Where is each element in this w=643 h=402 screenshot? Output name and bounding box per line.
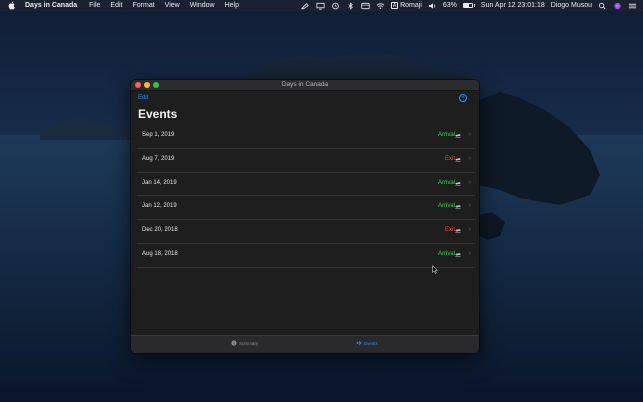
menu-window[interactable]: Window	[190, 2, 215, 9]
event-type: Arrival	[437, 203, 455, 210]
chevron-right-icon: ›	[468, 131, 471, 138]
airplane-icon	[455, 181, 461, 186]
event-type: Arrival	[437, 250, 455, 257]
event-date: Sep 1, 2019	[142, 132, 175, 138]
tab-bar: Summary Events	[131, 335, 479, 353]
event-row[interactable]: Aug 18, 2018 Arrival ›	[137, 244, 475, 268]
bluetooth-icon[interactable]	[346, 1, 355, 10]
battery-fill	[463, 4, 469, 7]
events-list: Sep 1, 2019 Arrival › Aug 7, 2019 Exit ›…	[137, 125, 475, 268]
search-icon[interactable]	[598, 2, 607, 10]
airplane-icon	[455, 134, 461, 138]
toolbar: Edit +	[131, 91, 479, 105]
menu-help[interactable]: Help	[225, 2, 239, 9]
event-date: Aug 18, 2018	[142, 250, 178, 257]
title-bar[interactable]: Days in Canada	[131, 80, 479, 91]
mouse-cursor-icon	[432, 265, 438, 274]
event-date: Jan 12, 2019	[142, 203, 177, 210]
control-center-icon[interactable]	[628, 2, 637, 10]
battery-icon[interactable]	[462, 3, 475, 8]
input-source-label: Romaji	[400, 2, 422, 9]
airplane-icon	[455, 229, 461, 233]
speaker-icon[interactable]	[428, 2, 437, 10]
battery-percent[interactable]: 63%	[443, 2, 457, 9]
tab-summary[interactable]: Summary	[231, 340, 258, 346]
siri-icon[interactable]	[613, 2, 622, 10]
input-source-icon[interactable]: A Romaji	[391, 2, 422, 9]
chevron-right-icon: ›	[468, 249, 471, 257]
event-row[interactable]: Jan 14, 2019 Arrival ›	[137, 173, 475, 197]
tab-events[interactable]: Events	[356, 340, 378, 346]
window-title: Days in Canada	[281, 81, 329, 88]
event-date: Dec 20, 2018	[142, 227, 178, 234]
event-type: Exit	[444, 227, 455, 234]
add-event-button[interactable]: +	[459, 94, 467, 102]
event-type: Exit	[444, 155, 455, 162]
event-date: Jan 14, 2019	[142, 179, 177, 186]
event-row[interactable]: Jan 12, 2019 Arrival ›	[137, 196, 475, 221]
window-icon[interactable]	[361, 2, 370, 10]
menu-view[interactable]: View	[165, 2, 180, 9]
event-type: Arrival	[437, 179, 455, 186]
airplane-icon	[455, 157, 461, 162]
event-row[interactable]: Dec 20, 2018 Exit ›	[137, 220, 475, 244]
airplane-icon	[356, 340, 362, 346]
chevron-right-icon: ›	[468, 226, 471, 234]
event-row[interactable]: Aug 7, 2019 Exit ›	[137, 149, 475, 173]
chevron-right-icon: ›	[468, 178, 471, 186]
clock[interactable]: Sun Apr 12 23:01:18	[481, 2, 545, 9]
event-row[interactable]: Sep 1, 2019 Arrival ›	[137, 125, 475, 149]
display-icon[interactable]	[316, 2, 325, 10]
tab-summary-label: Summary	[239, 340, 259, 346]
airplane-icon	[455, 205, 461, 209]
edit-button[interactable]: Edit	[138, 95, 148, 101]
user-name[interactable]: Diogo Musou	[551, 2, 592, 9]
menu-app-name[interactable]: Days in Canada	[25, 2, 77, 9]
menu-edit[interactable]: Edit	[110, 2, 122, 9]
tab-events-label: Events	[364, 340, 378, 346]
page-title: Events	[138, 107, 178, 121]
chevron-right-icon: ›	[468, 202, 471, 210]
menu-file[interactable]: File	[89, 2, 100, 9]
wifi-icon[interactable]	[376, 2, 385, 10]
chevron-right-icon: ›	[468, 154, 471, 162]
info-icon	[231, 340, 237, 346]
time-machine-icon[interactable]	[331, 2, 340, 10]
event-date: Aug 7, 2019	[142, 155, 175, 162]
pen-icon[interactable]	[301, 2, 310, 10]
apple-icon[interactable]	[8, 1, 16, 10]
menu-format[interactable]: Format	[132, 2, 154, 9]
airplane-icon	[455, 253, 461, 257]
plus-icon: +	[461, 94, 465, 101]
app-window: Days in Canada Edit + Events Sep 1, 2019…	[131, 80, 479, 353]
event-type: Arrival	[437, 132, 455, 138]
menu-bar: Days in Canada File Edit Format View Win…	[0, 0, 643, 11]
